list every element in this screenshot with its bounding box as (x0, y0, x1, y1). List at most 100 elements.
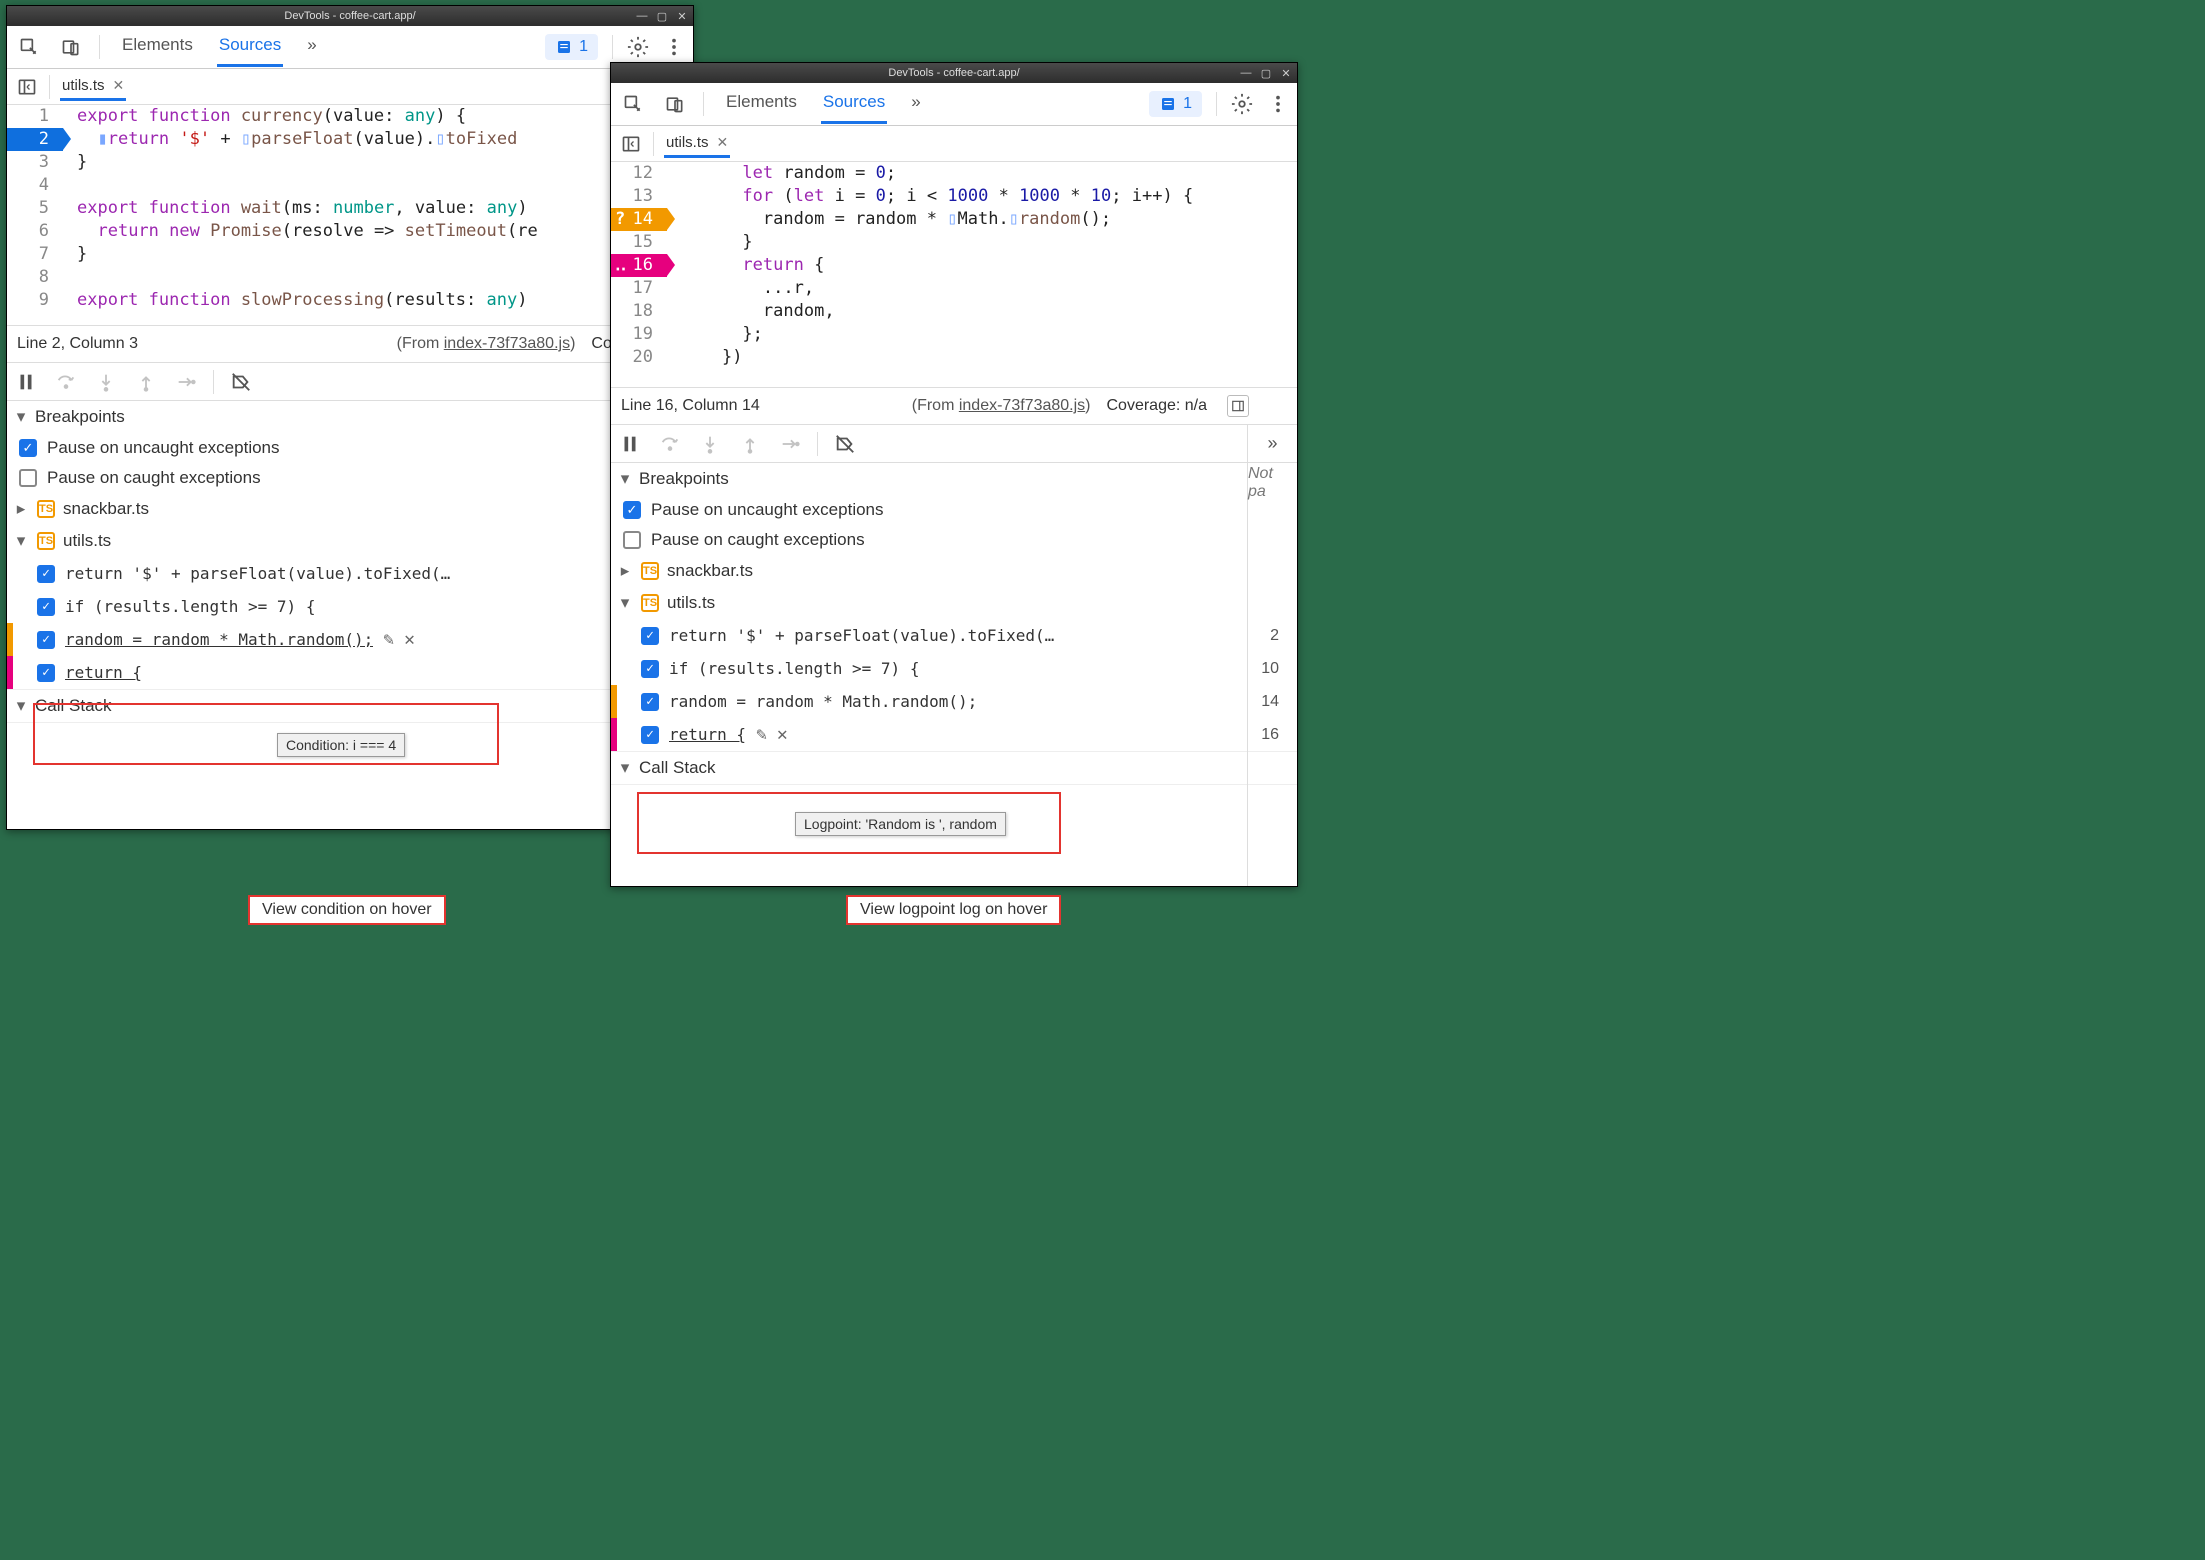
gutter-line[interactable]: 4 (7, 174, 63, 197)
breakpoint-row[interactable]: ✓random = random * Math.random();✎✕14 (7, 623, 693, 656)
edit-icon[interactable]: ✎ (756, 724, 767, 745)
step-icon[interactable] (777, 431, 803, 457)
step-icon[interactable] (173, 369, 199, 395)
breakpoint-row[interactable]: ✓return '$' + parseFloat(value).toFixed(… (7, 557, 693, 590)
inspect-icon[interactable] (15, 33, 43, 61)
device-toggle-icon[interactable] (57, 33, 85, 61)
gutter-line[interactable]: 16‥ (611, 254, 667, 277)
minimize-icon[interactable]: — (635, 10, 649, 23)
gutter-line[interactable]: 5 (7, 197, 63, 220)
gutter-line[interactable]: 20 (611, 346, 667, 369)
code-line[interactable]: }; (667, 323, 763, 346)
minimize-icon[interactable]: — (1239, 67, 1253, 80)
maximize-icon[interactable]: ▢ (1259, 67, 1273, 80)
breakpoint-row[interactable]: ✓return '$' + parseFloat(value).toFixed(… (611, 619, 1297, 652)
checkbox-icon[interactable]: ✓ (37, 664, 55, 682)
file-group-utils[interactable]: ▾ TS utils.ts (611, 587, 1297, 619)
settings-icon[interactable] (627, 36, 649, 58)
breakpoint-row[interactable]: ✓if (results.length >= 7) {10 (7, 590, 693, 623)
checkbox-icon[interactable] (19, 469, 37, 487)
kebab-icon[interactable] (663, 36, 685, 58)
pane-header-callstack[interactable]: ▾ Call Stack (7, 690, 693, 722)
deactivate-breakpoints-icon[interactable] (228, 369, 254, 395)
gutter-line[interactable]: 7 (7, 243, 63, 266)
pause-uncaught-row[interactable]: ✓ Pause on uncaught exceptions (611, 495, 1297, 525)
checkbox-icon[interactable]: ✓ (37, 631, 55, 649)
close-tab-icon[interactable]: ✕ (113, 77, 125, 94)
device-toggle-icon[interactable] (661, 90, 689, 118)
gutter-line[interactable]: 18 (611, 300, 667, 323)
tab-sources[interactable]: Sources (821, 84, 887, 124)
gutter-line[interactable]: 8 (7, 266, 63, 289)
titlebar[interactable]: DevTools - coffee-cart.app/ — ▢ ✕ (611, 63, 1297, 83)
maximize-icon[interactable]: ▢ (655, 10, 669, 23)
expand-sidebar-icon[interactable]: » (1267, 433, 1277, 454)
show-navigator-icon[interactable] (15, 75, 39, 99)
code-line[interactable]: let random = 0; (667, 162, 896, 185)
code-line[interactable]: ...r, (667, 277, 814, 300)
close-tab-icon[interactable]: ✕ (717, 134, 729, 151)
gutter-line[interactable]: 17 (611, 277, 667, 300)
code-line[interactable]: export function slowProcessing(results: … (63, 289, 527, 312)
show-navigator-icon[interactable] (619, 132, 643, 156)
breakpoint-row[interactable]: ✓return {16 (7, 656, 693, 689)
tab-elements[interactable]: Elements (120, 27, 195, 67)
step-over-icon[interactable] (657, 431, 683, 457)
code-line[interactable]: } (667, 231, 753, 254)
step-into-icon[interactable] (93, 369, 119, 395)
tab-overflow-icon[interactable]: » (305, 27, 318, 67)
file-group-utils[interactable]: ▾ TS utils.ts (7, 525, 693, 557)
gutter-line[interactable]: 3 (7, 151, 63, 174)
pause-uncaught-row[interactable]: ✓ Pause on uncaught exceptions (7, 433, 693, 463)
pause-icon[interactable] (617, 431, 643, 457)
source-map-from[interactable]: (From index-73f73a80.js) (912, 397, 1091, 415)
code-editor[interactable]: 12 let random = 0;13 for (let i = 0; i <… (611, 162, 1297, 387)
code-line[interactable]: }) (667, 346, 742, 369)
checkbox-icon[interactable]: ✓ (641, 627, 659, 645)
code-line[interactable]: } (63, 151, 87, 174)
kebab-icon[interactable] (1267, 93, 1289, 115)
checkbox-icon[interactable]: ✓ (37, 598, 55, 616)
tab-elements[interactable]: Elements (724, 84, 799, 124)
file-group-snackbar[interactable]: ▸ TS snackbar.ts (611, 555, 1297, 587)
deactivate-breakpoints-icon[interactable] (832, 431, 858, 457)
checkbox-icon[interactable]: ✓ (641, 660, 659, 678)
close-window-icon[interactable]: ✕ (675, 10, 689, 23)
code-line[interactable]: export function wait(ms: number, value: … (63, 197, 528, 220)
code-line[interactable]: export function currency(value: any) { (63, 105, 466, 128)
pane-header-breakpoints[interactable]: ▾ Breakpoints (611, 463, 1297, 495)
delete-icon[interactable]: ✕ (404, 629, 415, 650)
inspect-icon[interactable] (619, 90, 647, 118)
checkbox-icon[interactable]: ✓ (19, 439, 37, 457)
step-over-icon[interactable] (53, 369, 79, 395)
pane-header-breakpoints[interactable]: ▾ Breakpoints (7, 401, 693, 433)
step-into-icon[interactable] (697, 431, 723, 457)
edit-icon[interactable]: ✎ (383, 629, 394, 650)
code-line[interactable]: } (63, 243, 87, 266)
checkbox-icon[interactable]: ✓ (641, 726, 659, 744)
tab-sources[interactable]: Sources (217, 27, 283, 67)
code-line[interactable]: for (let i = 0; i < 1000 * 1000 * 10; i+… (667, 185, 1193, 208)
gutter-line[interactable]: 19 (611, 323, 667, 346)
breakpoint-row[interactable]: ✓return {✎✕16 (611, 718, 1297, 751)
file-tab-utils[interactable]: utils.ts ✕ (664, 130, 730, 158)
checkbox-icon[interactable]: ✓ (37, 565, 55, 583)
pane-header-callstack[interactable]: ▾ Call Stack (611, 752, 1297, 784)
file-tab-utils[interactable]: utils.ts ✕ (60, 73, 126, 101)
code-line[interactable]: return { (667, 254, 824, 277)
checkbox-icon[interactable]: ✓ (641, 693, 659, 711)
toggle-sidebar-icon[interactable] (1227, 395, 1249, 417)
titlebar[interactable]: DevTools - coffee-cart.app/ — ▢ ✕ (7, 6, 693, 26)
delete-icon[interactable]: ✕ (777, 724, 788, 745)
checkbox-icon[interactable]: ✓ (623, 501, 641, 519)
settings-icon[interactable] (1231, 93, 1253, 115)
file-group-snackbar[interactable]: ▸ TS snackbar.ts (7, 493, 693, 525)
gutter-line[interactable]: 6 (7, 220, 63, 243)
code-line[interactable]: random, (667, 300, 835, 323)
issues-chip[interactable]: 1 (1149, 91, 1202, 117)
gutter-line[interactable]: 15 (611, 231, 667, 254)
gutter-line[interactable]: 1 (7, 105, 63, 128)
code-line[interactable]: return new Promise(resolve => setTimeout… (63, 220, 538, 243)
step-out-icon[interactable] (737, 431, 763, 457)
step-out-icon[interactable] (133, 369, 159, 395)
